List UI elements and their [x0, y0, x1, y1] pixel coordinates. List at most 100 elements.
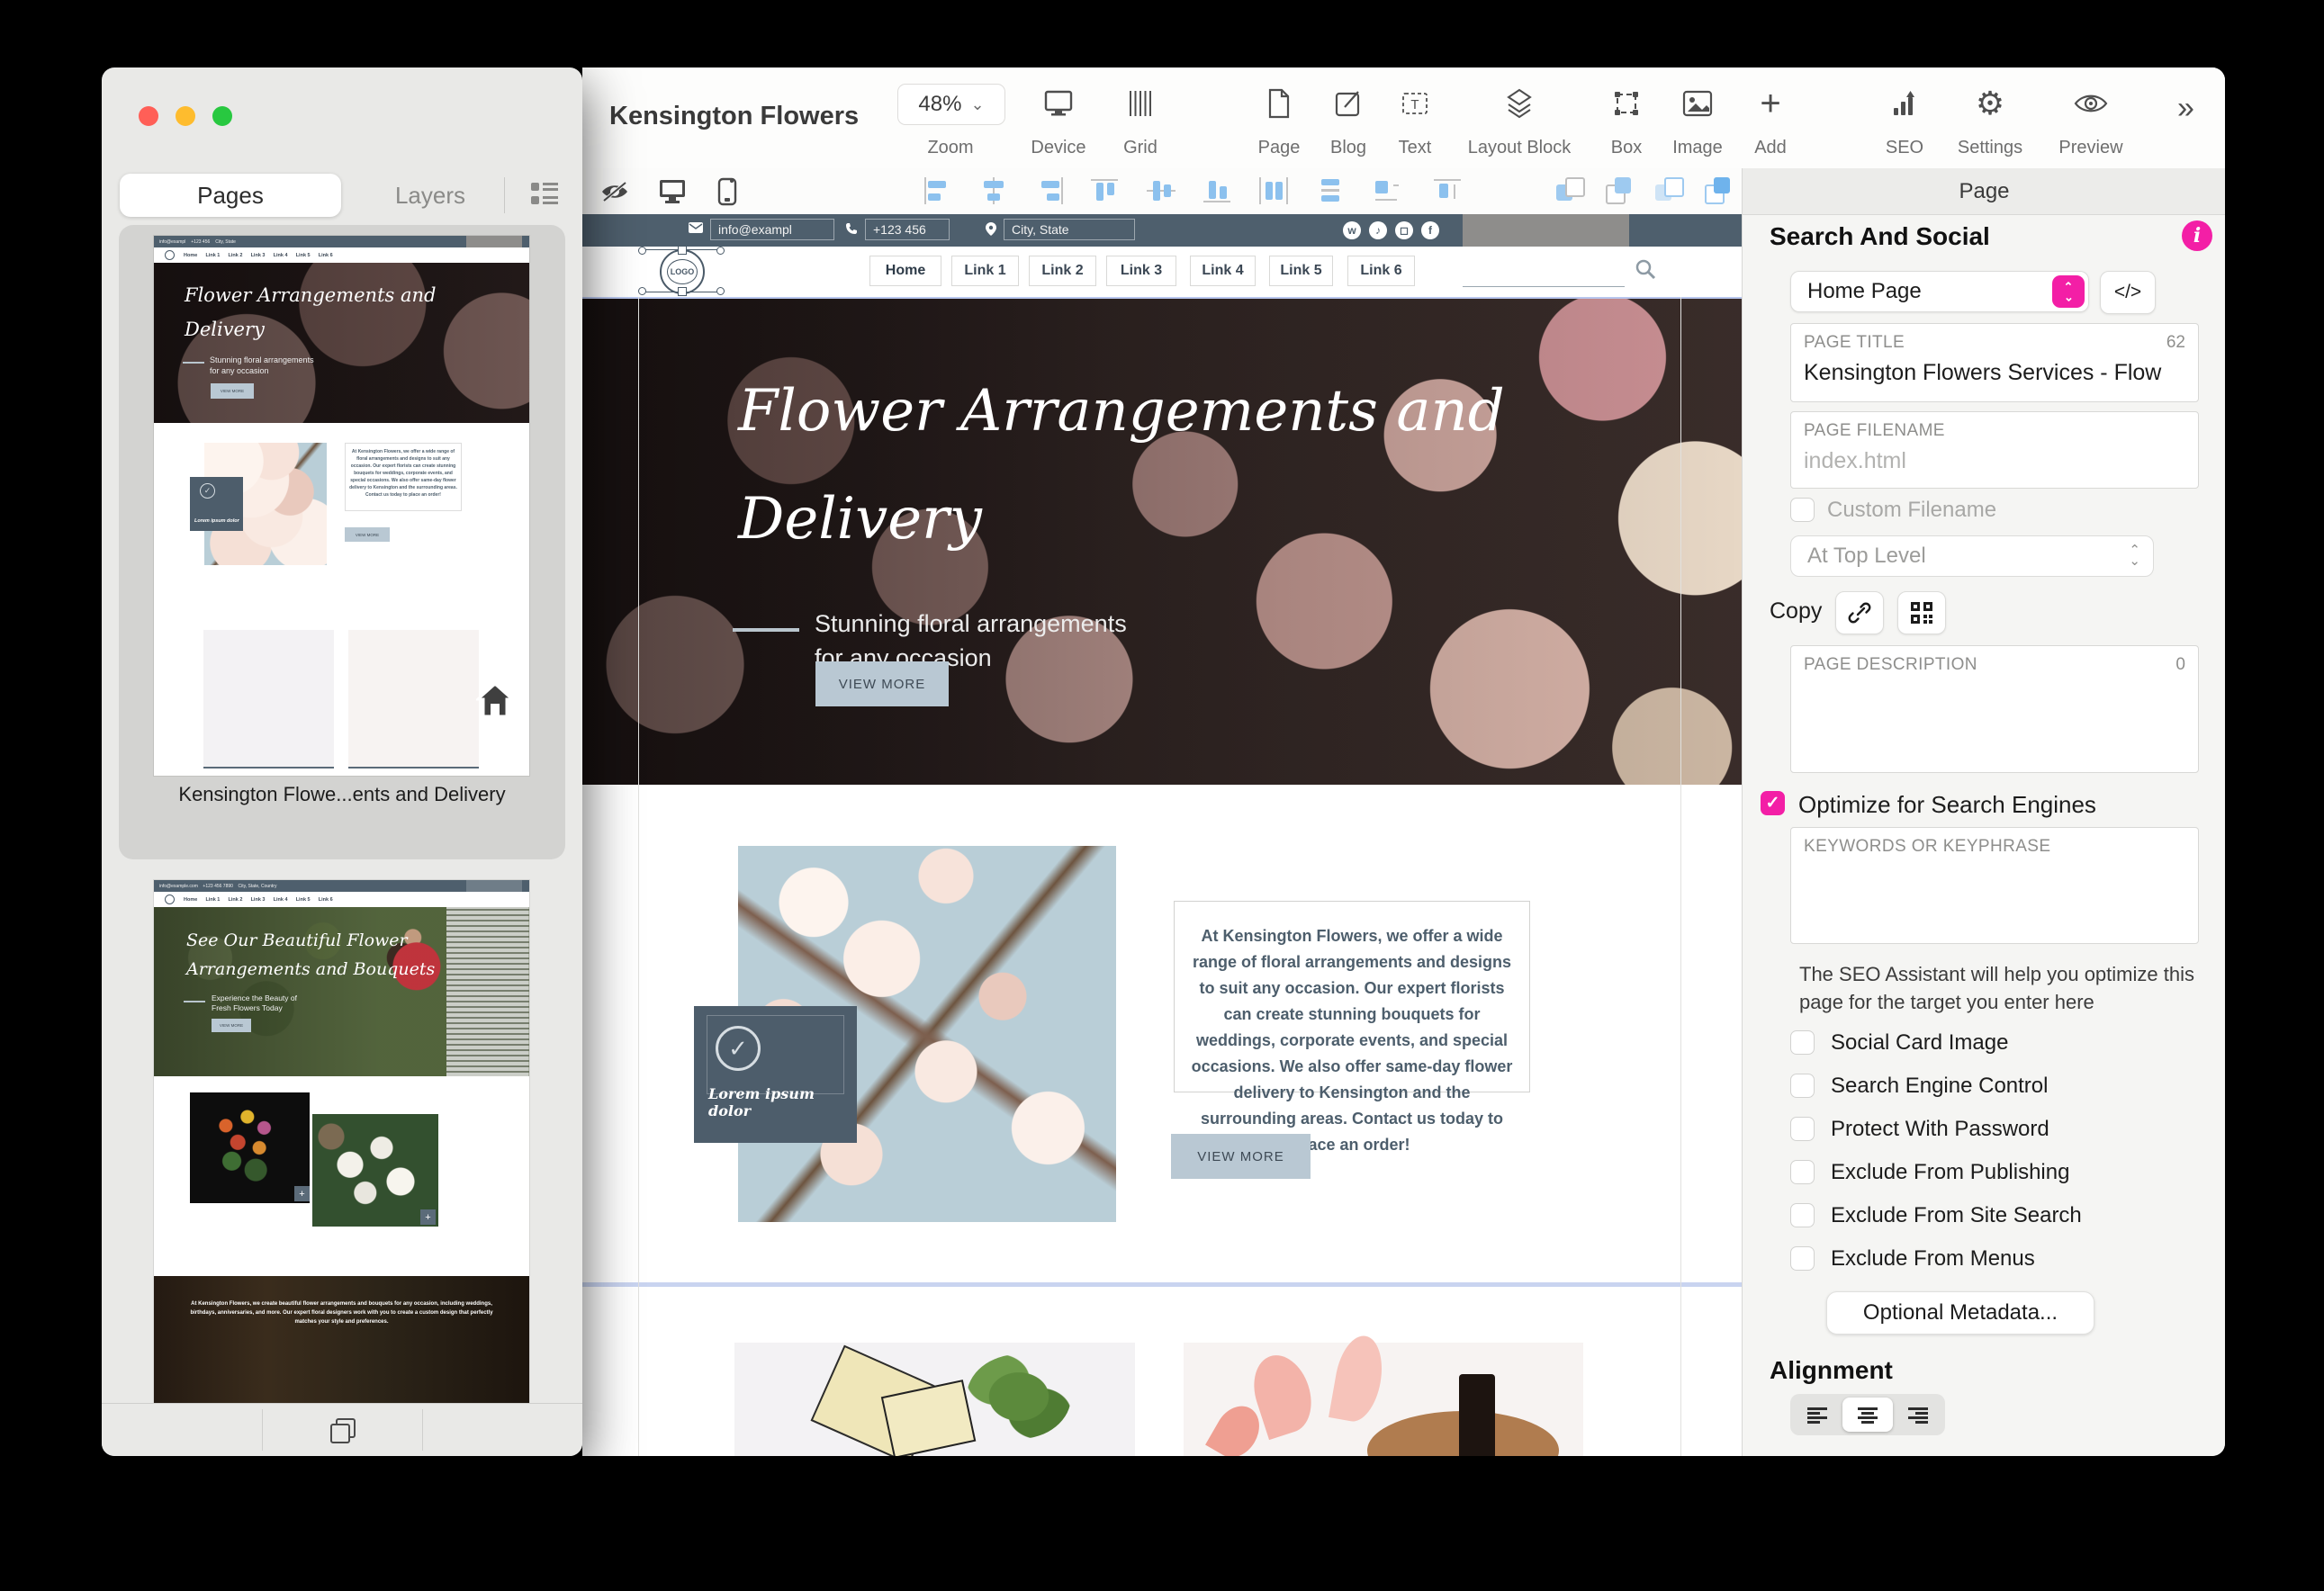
petals-image[interactable] [1184, 1343, 1583, 1456]
selected-page-group[interactable]: info@exampl+123 456City, State Home Link… [119, 225, 565, 859]
qr-code-button[interactable] [1897, 591, 1946, 634]
nav-link-5[interactable]: Link 5 [1269, 256, 1333, 286]
nav-link-3[interactable]: Link 3 [1106, 256, 1176, 286]
push-right-icon[interactable] [1372, 177, 1402, 204]
page-icon[interactable] [1259, 84, 1299, 123]
seo-icon[interactable] [1885, 84, 1924, 123]
protect-password-checkbox[interactable] [1790, 1117, 1815, 1141]
site-logo[interactable]: LOGO [656, 249, 707, 294]
level-dropdown[interactable]: At Top Level ⌃⌄ [1790, 535, 2154, 577]
section-divider[interactable] [582, 1282, 1742, 1287]
hero-section[interactable]: Flower Arrangements and Delivery Stunnin… [582, 297, 1742, 789]
send-to-back-icon[interactable] [1653, 177, 1682, 204]
optimize-checkbox[interactable]: ✓ [1761, 791, 1785, 815]
mobile-icon[interactable] [711, 175, 743, 208]
keywords-field[interactable]: KEYWORDS OR KEYPHRASE [1790, 827, 2199, 944]
nav-home[interactable]: Home [869, 256, 941, 286]
preview-eye-icon[interactable] [2071, 84, 2111, 123]
selection-handle[interactable] [678, 246, 687, 255]
desktop-icon[interactable] [656, 175, 689, 208]
whatsapp-icon[interactable]: w [1343, 221, 1361, 239]
align-middle-v-icon[interactable] [1147, 177, 1177, 204]
search-engine-control-checkbox[interactable] [1790, 1074, 1815, 1098]
hide-eye-icon[interactable] [599, 175, 631, 208]
duplicate-page-button[interactable] [297, 1404, 387, 1456]
toolbar-overflow-chevrons[interactable]: » [2177, 91, 2194, 126]
zoom-button[interactable] [212, 106, 232, 126]
layout-block-icon[interactable] [1500, 84, 1539, 123]
send-backward-icon[interactable] [1554, 177, 1583, 204]
site-email-field[interactable]: info@exampl [710, 219, 834, 240]
remove-page-button[interactable] [132, 1404, 222, 1456]
close-button[interactable] [139, 106, 158, 126]
about-view-more-button[interactable]: VIEW MORE [1171, 1134, 1311, 1179]
align-center-h-icon[interactable] [978, 177, 1009, 204]
add-page-button[interactable] [462, 1404, 552, 1456]
page-title-value[interactable]: Kensington Flowers Services - Flow [1804, 360, 2185, 386]
tab-pages[interactable]: Pages [120, 174, 341, 217]
align-left-button[interactable] [1792, 1398, 1842, 1432]
nav-link-1[interactable]: Link 1 [951, 256, 1019, 286]
page-description-field[interactable]: PAGE DESCRIPTION 0 [1790, 645, 2199, 773]
settings-gear-icon[interactable]: ⚙ [1970, 84, 2010, 123]
text-icon[interactable]: T [1395, 84, 1435, 123]
distribute-h-icon[interactable] [1259, 177, 1290, 204]
copy-link-button[interactable] [1835, 591, 1884, 634]
exclude-site-search-checkbox[interactable] [1790, 1203, 1815, 1227]
bring-forward-icon[interactable] [1604, 177, 1633, 204]
align-center-button[interactable] [1842, 1398, 1893, 1432]
push-down-icon[interactable] [1434, 177, 1464, 204]
nav-link-6[interactable]: Link 6 [1347, 256, 1415, 286]
nav-link-2[interactable]: Link 2 [1029, 256, 1096, 286]
hero-title-line2[interactable]: Delivery [738, 486, 982, 553]
bring-to-front-icon[interactable] [1703, 177, 1732, 204]
zoom-dropdown[interactable]: 48% ⌄ [897, 84, 1005, 125]
about-section[interactable]: ✓ Lorem ipsum dolor At Kensington Flower… [582, 785, 1742, 1282]
page-selector-dropdown[interactable]: Home Page ⌃⌃ [1790, 271, 2089, 312]
site-navbar[interactable]: LOGO Home Link 1 Link 2 Link 3 Link 4 Li… [582, 247, 1742, 299]
stepper-chevrons-icon[interactable]: ⌃⌃ [2052, 275, 2085, 308]
list-view-icon[interactable] [531, 181, 558, 208]
align-left-icon[interactable] [923, 177, 953, 204]
page-filename-field[interactable]: PAGE FILENAME index.html [1790, 411, 2199, 489]
exclude-publishing-checkbox[interactable] [1790, 1160, 1815, 1184]
box-icon[interactable] [1607, 84, 1646, 123]
page-caption[interactable]: Kensington Flowe...ents and Delivery [119, 783, 565, 806]
site-location-field[interactable]: City, State [1004, 219, 1135, 240]
exclude-menus-checkbox[interactable] [1790, 1246, 1815, 1271]
about-paragraph[interactable]: At Kensington Flowers, we offer a wide r… [1174, 901, 1530, 1092]
align-right-icon[interactable] [1034, 177, 1065, 204]
nav-link-4[interactable]: Link 4 [1190, 256, 1256, 286]
gift-box-image[interactable] [734, 1343, 1135, 1456]
code-button[interactable]: </> [2100, 271, 2156, 314]
align-right-button[interactable] [1893, 1398, 1943, 1432]
search-icon[interactable] [1634, 257, 1657, 281]
optional-metadata-button[interactable]: Optional Metadata... [1826, 1291, 2094, 1335]
page-title-field[interactable]: PAGE TITLE 62 Kensington Flowers Service… [1790, 323, 2199, 402]
site-phone-field[interactable]: +123 456 [865, 219, 950, 240]
align-top-icon[interactable] [1091, 177, 1121, 204]
site-topbar[interactable]: info@exampl +123 456 City, State w ♪ ◻ f [582, 214, 1742, 247]
hero-title-line1[interactable]: Flower Arrangements and [738, 378, 1505, 445]
align-bottom-icon[interactable] [1203, 177, 1234, 204]
blog-icon[interactable] [1329, 84, 1368, 123]
tab-layers[interactable]: Layers [363, 174, 498, 217]
social-card-checkbox[interactable] [1790, 1030, 1815, 1055]
custom-filename-checkbox[interactable] [1790, 498, 1815, 522]
lorem-card[interactable]: ✓ Lorem ipsum dolor [694, 1006, 857, 1143]
card-caption[interactable]: Lorem ipsum dolor [708, 1085, 857, 1119]
site-search-input[interactable] [1463, 286, 1625, 287]
editor-canvas[interactable]: info@exampl +123 456 City, State w ♪ ◻ f… [582, 168, 1742, 1456]
minimize-button[interactable] [176, 106, 195, 126]
page-thumbnail-2[interactable]: info@example.com +123 456 7890 City, Sta… [154, 880, 529, 1404]
facebook-icon[interactable]: f [1421, 221, 1439, 239]
device-icon[interactable] [1039, 84, 1078, 123]
image-icon[interactable] [1678, 84, 1717, 123]
distribute-v-icon[interactable] [1316, 177, 1347, 204]
selected-box-element[interactable] [1463, 214, 1629, 247]
add-icon[interactable]: + [1751, 84, 1790, 123]
hero-view-more-button[interactable]: VIEW MORE [815, 661, 949, 706]
instagram-icon[interactable]: ◻ [1395, 221, 1413, 239]
page-thumbnail-home[interactable]: info@exampl+123 456City, State Home Link… [154, 236, 529, 776]
selection-handle[interactable] [678, 287, 687, 296]
